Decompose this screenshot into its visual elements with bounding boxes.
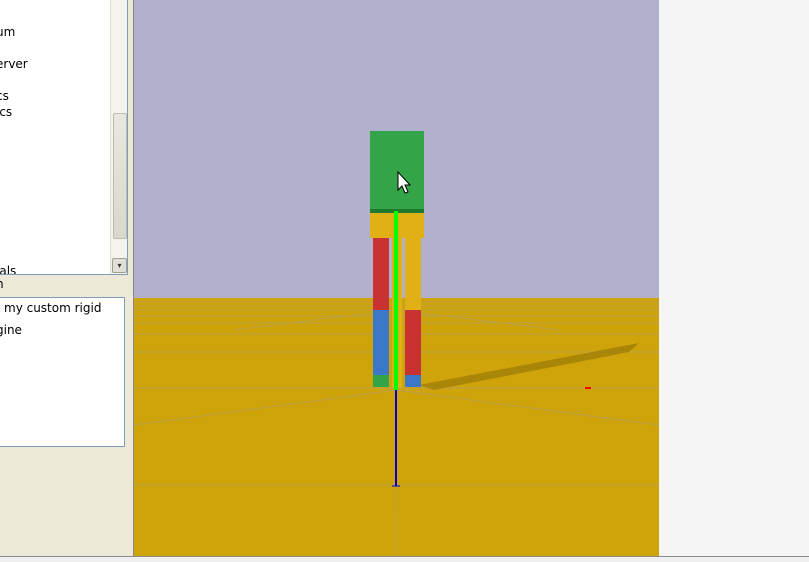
lower-leg-left	[405, 310, 421, 375]
tree-item[interactable]: ials	[0, 264, 16, 274]
tree-item[interactable]: cs	[0, 89, 9, 103]
description-line: gine	[0, 323, 22, 337]
tree-item[interactable]: ics	[0, 105, 12, 119]
description-box: my custom rigid gine	[0, 297, 125, 447]
scrollbar-thumb[interactable]	[113, 113, 127, 239]
tree-scrollbar[interactable]: ▾	[110, 0, 127, 274]
right-panel	[659, 0, 809, 556]
foot-left	[405, 375, 421, 387]
upper-leg-left	[405, 238, 421, 310]
left-panel: um erver cs ics ials ▾ n my custom rigid…	[0, 0, 133, 556]
character-head	[370, 131, 424, 211]
lower-leg-right	[373, 310, 389, 375]
foot-right	[373, 375, 389, 387]
tree-item[interactable]: erver	[0, 57, 28, 71]
app-tree-list[interactable]: um erver cs ics ials ▾	[0, 0, 128, 275]
section-label: n	[0, 276, 4, 292]
upper-leg-right	[373, 238, 389, 310]
description-line: my custom rigid	[4, 301, 102, 315]
scroll-down-icon[interactable]: ▾	[112, 258, 127, 273]
status-bar	[0, 557, 809, 562]
3d-viewport[interactable]	[133, 0, 660, 556]
scene-canvas[interactable]	[134, 0, 659, 556]
tree-item[interactable]: um	[0, 25, 15, 39]
